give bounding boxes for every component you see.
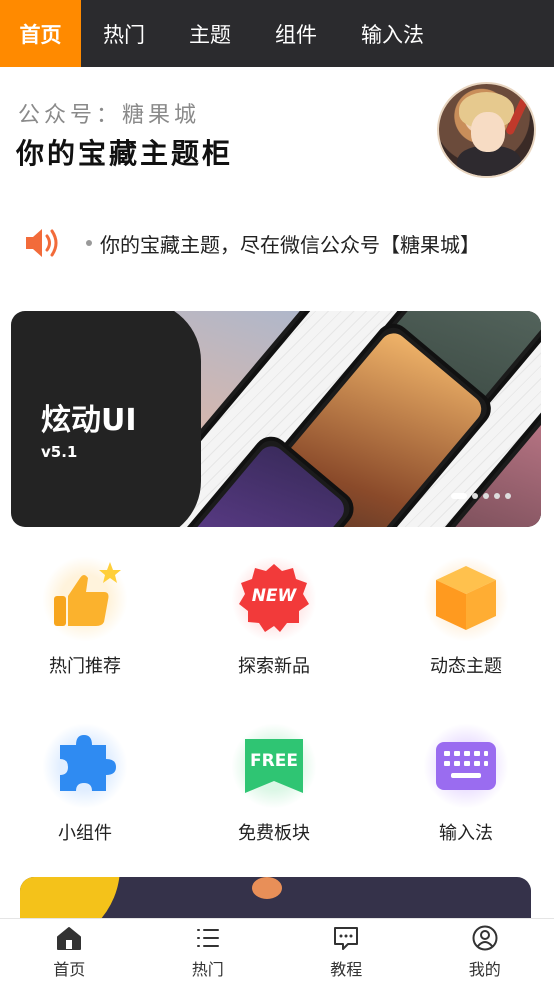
grid-label: 输入法: [439, 823, 493, 844]
banner-title: 炫动UI: [41, 403, 137, 438]
cube-icon: [436, 566, 496, 630]
thumbs-up-icon: [54, 562, 121, 626]
chat-icon: [334, 927, 359, 950]
bottom-nav-label: 教程: [330, 960, 363, 979]
bottom-nav: 首页 热门 教程 我的: [0, 918, 554, 985]
puzzle-icon: [60, 735, 116, 791]
grid-label: 小组件: [58, 823, 112, 844]
carousel-dot[interactable]: [451, 493, 467, 499]
home-icon: [57, 927, 82, 950]
bottom-nav-label: 首页: [53, 960, 86, 979]
bullet-dot: [86, 240, 92, 246]
tab-themes[interactable]: 主题: [167, 0, 253, 67]
carousel-dot[interactable]: [483, 493, 489, 499]
avatar[interactable]: [437, 82, 536, 178]
grid-label: 动态主题: [430, 656, 502, 677]
grid-label: 免费板块: [238, 823, 310, 844]
brand-title: 你的宝藏主题柜: [16, 137, 234, 170]
tab-widgets[interactable]: 组件: [253, 0, 339, 67]
promo-banner[interactable]: 炫动UI v5.1: [11, 311, 541, 527]
banner-version: v5.1: [41, 443, 78, 461]
tab-hot[interactable]: 热门: [81, 0, 167, 67]
grid-item-dynamic-themes[interactable]: 动态主题: [391, 556, 541, 678]
brand-subtitle: 公众号：糖果城: [18, 103, 201, 128]
carousel-dot[interactable]: [494, 493, 500, 499]
list-icon: [196, 929, 219, 947]
grid-item-input-method[interactable]: 输入法: [391, 723, 541, 845]
grid-item-explore-new[interactable]: NEW 探索新品: [199, 556, 349, 678]
grid-label: 探索新品: [238, 656, 310, 677]
bottom-nav-tutorial[interactable]: 教程: [277, 919, 416, 985]
carousel-dot[interactable]: [472, 493, 478, 499]
profile-icon: [472, 925, 498, 951]
bottom-nav-label: 我的: [468, 960, 501, 979]
grid-item-hot-recommend[interactable]: 热门推荐: [10, 556, 160, 678]
free-badge-text: FREE: [250, 751, 298, 771]
bottom-nav-home[interactable]: 首页: [0, 919, 139, 985]
new-badge-text: NEW: [251, 586, 297, 606]
speaker-icon: [22, 222, 64, 264]
carousel-dot[interactable]: [505, 493, 511, 499]
bottom-nav-profile[interactable]: 我的: [416, 919, 554, 985]
grid-item-widgets[interactable]: 小组件: [10, 723, 160, 845]
notice-bar[interactable]: 你的宝藏主题，尽在微信公众号【糖果城】: [22, 222, 542, 264]
bottom-nav-hot[interactable]: 热门: [139, 919, 278, 985]
keyboard-icon: [436, 742, 496, 790]
grid-item-free-section[interactable]: FREE 免费板块: [199, 723, 349, 845]
grid-label: 热门推荐: [49, 656, 121, 677]
top-nav: 首页 热门 主题 组件 输入法: [0, 0, 554, 67]
bottom-nav-label: 热门: [191, 960, 224, 979]
tab-home[interactable]: 首页: [0, 0, 81, 67]
carousel-dots[interactable]: [451, 493, 511, 499]
tab-input-method[interactable]: 输入法: [339, 0, 446, 67]
notice-text: 你的宝藏主题，尽在微信公众号【糖果城】: [100, 232, 480, 257]
